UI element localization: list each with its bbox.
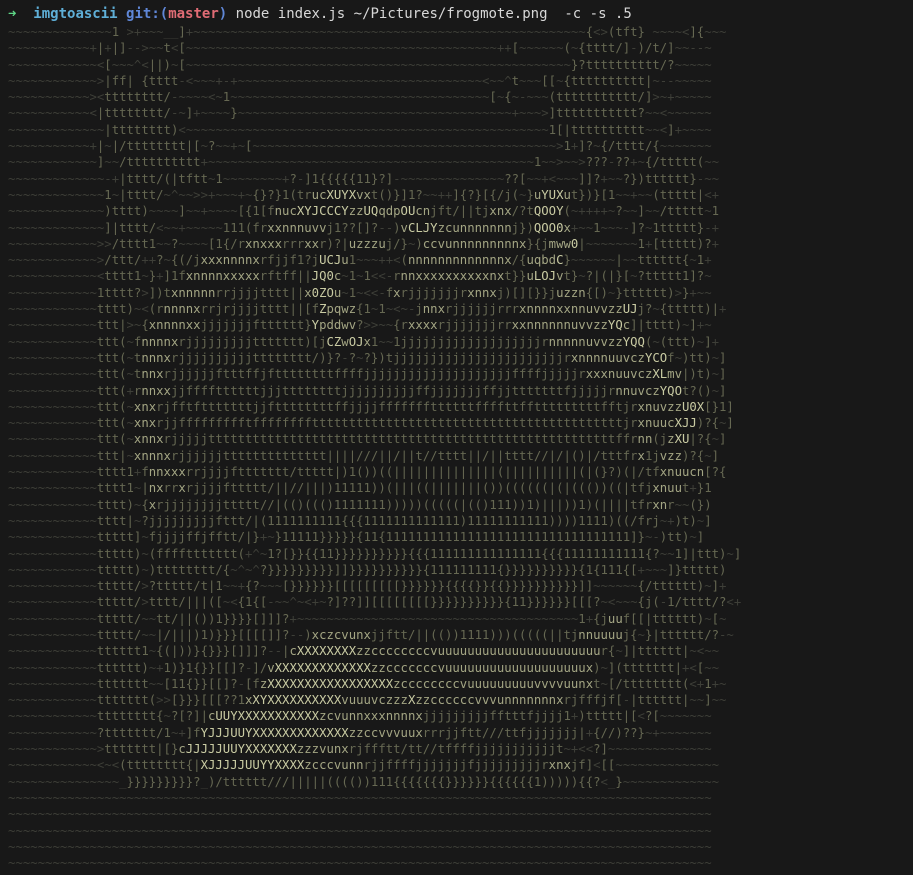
ascii-line: ~~~~~~~~~~~~tttt1~|nxrrxrjjjjfttttt/||//… (8, 481, 712, 496)
ascii-line: ~~~~~~~~~~~+|~|/tttttttt|[~?~~+~[~~~~~~~… (8, 139, 712, 154)
ascii-line: ~~~~~~~~~~~~ttt(~xnxrjjffffffffftfffffff… (8, 416, 734, 431)
prompt-arrow-icon: ➜ (8, 6, 17, 22)
ascii-line: ~~~~~~~~~~~~~1~|tttt/~^~~>>+~~~+~{}?}1(t… (8, 187, 719, 202)
terminal-window[interactable]: ➜ imgtoascii git:(master) node index.js … (0, 0, 913, 875)
ascii-line: ~~~~~~~~~~~~ttt|~xnnnxrjjjjjjttttttttttt… (8, 448, 719, 463)
prompt-git-label: git: (126, 6, 160, 22)
ascii-line: ~~~~~~~~~~~~tttttttt{~?[?]|cUUYXXXXXXXXX… (8, 709, 712, 724)
ascii-line: ~~~~~~~~~~~~ttttt/~~tt/||())1}}}}[]]]?+~… (8, 611, 727, 626)
ascii-line: ~~~~~~~~~~~~<[~~~^<||)~[~~~~~~~~~~~~~~~~… (8, 57, 712, 72)
ascii-line: ~~~~~~~~~~~~ttt(+rnnxxjjffffttttttjjjttt… (8, 383, 727, 398)
prompt-directory: imgtoascii (33, 6, 118, 22)
ascii-line: ~~~~~~~~~~~<|tttttttt/-~]+~~~~}~~~~~~~~~… (8, 106, 712, 121)
ascii-line: ~~~~~~~~~~~~tttt)~{xrjjjjjjjjttttt//|(()… (8, 497, 712, 512)
ascii-line: ~~~~~~~~~~~~<tttt1~}+]1fxnnnnxxxxxrftff|… (8, 269, 712, 284)
ascii-line: ~~~~~~~~~~~~ttt(~tnnxrjjjjjjftttffjftttt… (8, 367, 727, 382)
ascii-line: ~~~~~~~~~~~~tttt)~<(rnnnnxrrjrjjjjtttt||… (8, 302, 727, 317)
ascii-line: ~~~~~~~~~~~~ttt(~xnxrjfftftttttttjjftttt… (8, 399, 734, 414)
ascii-line: ~~~~~~~~~~~~ttt|>~{xnnnnxxjjjjjjjftttttt… (8, 318, 712, 333)
ascii-line: ~~~~~~~~~~~~~~1 >+~~~__]+~~~~~~~~~~~~~~~… (8, 25, 727, 39)
ascii-line: ~~~~~~~~~~~~tttt|~?jjjjjjjjjfttt/|(11111… (8, 513, 712, 528)
ascii-line: ~~~~~~~~~~~~1tttt?>])txnnnnnrrjjjjtttt||… (8, 285, 712, 300)
ascii-line: ~~~~~~~~~~~~<~<(tttttttt{|XJJJJJUUYYXXXX… (8, 758, 719, 773)
ascii-line: ~~~~~~~~~~~~ttt(~tnnnxrjjjjjjjjjjttttttt… (8, 350, 727, 365)
ascii-line: ~~~~~~~~~~~~ttttt)~)tttttttt/{~^~^?}}}}}… (8, 562, 727, 577)
ascii-line: ~~~~~~~~~~~~~|tttttttt)<~~~~~~~~~~~~~~~~… (8, 122, 712, 137)
ascii-line: ~~~~~~~~~~~~~~~_}}}}}}}}}?_)/tttttt///||… (8, 774, 719, 789)
ascii-art-output: ~~~~~~~~~~~~~~1 >+~~~__]+~~~~~~~~~~~~~~~… (8, 24, 741, 871)
ascii-line: ~~~~~~~~~~~~>>/tttt1~~?~~~~[1{/rxnxxxrrr… (8, 236, 719, 251)
ascii-line: ~~~~~~~~~~~~ttttt/~~|/|||)1)}}}[[[[]]?--… (8, 627, 734, 642)
ascii-line: ~~~~~~~~~~~~>/ttt/++?~{(/jxxxnnnnxrfjjf1… (8, 253, 712, 268)
command-prompt: ➜ imgtoascii git:(master) node index.js … (8, 4, 632, 24)
ascii-line: ~~~~~~~~~~~~~)tttt)~~~~]~~+~~~~[{1[fnucX… (8, 204, 719, 219)
prompt-git-branch: master (168, 6, 219, 22)
prompt-branch-close: ) (218, 6, 228, 22)
ascii-line: ~~~~~~~~~~~~tttttt1~{(|))}{}}}[]]]?--|cX… (8, 644, 719, 659)
ascii-line: ~~~~~~~~~~~~ttttttt(>>[}}}[[[??1xXYXXXXX… (8, 693, 727, 708)
ascii-line: ~~~~~~~~~~~~~~~~~~~~~~~~~~~~~~~~~~~~~~~~… (8, 790, 712, 805)
ascii-line: ~~~~~~~~~~~~~~~~~~~~~~~~~~~~~~~~~~~~~~~~… (8, 839, 712, 854)
ascii-line: ~~~~~~~~~~~~ttttt)~(ffffttttttt(+^~1?[}}… (8, 546, 742, 561)
ascii-line: ~~~~~~~~~~~~~]|tttt/<~~+~~~~~111(frxxnnn… (8, 220, 719, 235)
ascii-line: ~~~~~~~~~~~~ttttt/>?ttttt/t|1~~+{?~~~[}}… (8, 579, 727, 594)
ascii-line: ~~~~~~~~~~~~>|ff| {tttt-<~~~+-+~~~~~~~~~… (8, 73, 712, 88)
ascii-line: ~~~~~~~~~~~~tttt1+fnnxxxrrjjjjfttttttt/t… (8, 465, 727, 480)
ascii-line: ~~~~~~~~~~~~ttt(~xnnxrjjjjjttttttttttttt… (8, 432, 727, 447)
ascii-line: ~~~~~~~~~~~~tttttt)~+1)}1{}}[[]?-]/vXXXX… (8, 660, 719, 675)
ascii-line: ~~~~~~~~~~~~ttttt/>tttt/|||([~<{1{[-~~^~… (8, 595, 742, 610)
ascii-line: ~~~~~~~~~~~~ttttttt~~[11{}}[[]?-[fzXXXXX… (8, 676, 727, 691)
ascii-line: ~~~~~~~~~~~~~~~~~~~~~~~~~~~~~~~~~~~~~~~~… (8, 807, 712, 822)
prompt-branch-open: ( (159, 6, 169, 22)
ascii-line: ~~~~~~~~~~~~>ttttttt|[}cJJJJJUUYXXXXXXXz… (8, 742, 712, 757)
ascii-line: ~~~~~~~~~~~~~~~~~~~~~~~~~~~~~~~~~~~~~~~~… (8, 823, 712, 838)
ascii-line: ~~~~~~~~~~~~~-+|tttt/(|tftt~1~~~~~~~~+?-… (8, 171, 719, 186)
ascii-line: ~~~~~~~~~~~~ttt(~fnnnnxrjjjjjjjjjttttttt… (8, 334, 719, 349)
ascii-line: ~~~~~~~~~~~+|+|]-->~~t<[~~~~~~~~~~~~~~~~… (8, 41, 712, 56)
ascii-line: ~~~~~~~~~~~~ttttt]~fjjjjffjfftt/|}+~}111… (8, 530, 705, 545)
ascii-line: ~~~~~~~~~~~><tttttttt/-~~~~<~1~~~~~~~~~~… (8, 90, 712, 105)
ascii-line: ~~~~~~~~~~~~~~~~~~~~~~~~~~~~~~~~~~~~~~~~… (8, 856, 712, 871)
prompt-command: node index.js ~/Pictures/frogmote.png -c… (235, 6, 632, 22)
ascii-line: ~~~~~~~~~~~~?ttttttt/1~+]fYJJJUUYXXXXXXX… (8, 725, 712, 740)
ascii-line: ~~~~~~~~~~~~]~~/tttttttttt+~~~~~~~~~~~~~… (8, 155, 719, 170)
